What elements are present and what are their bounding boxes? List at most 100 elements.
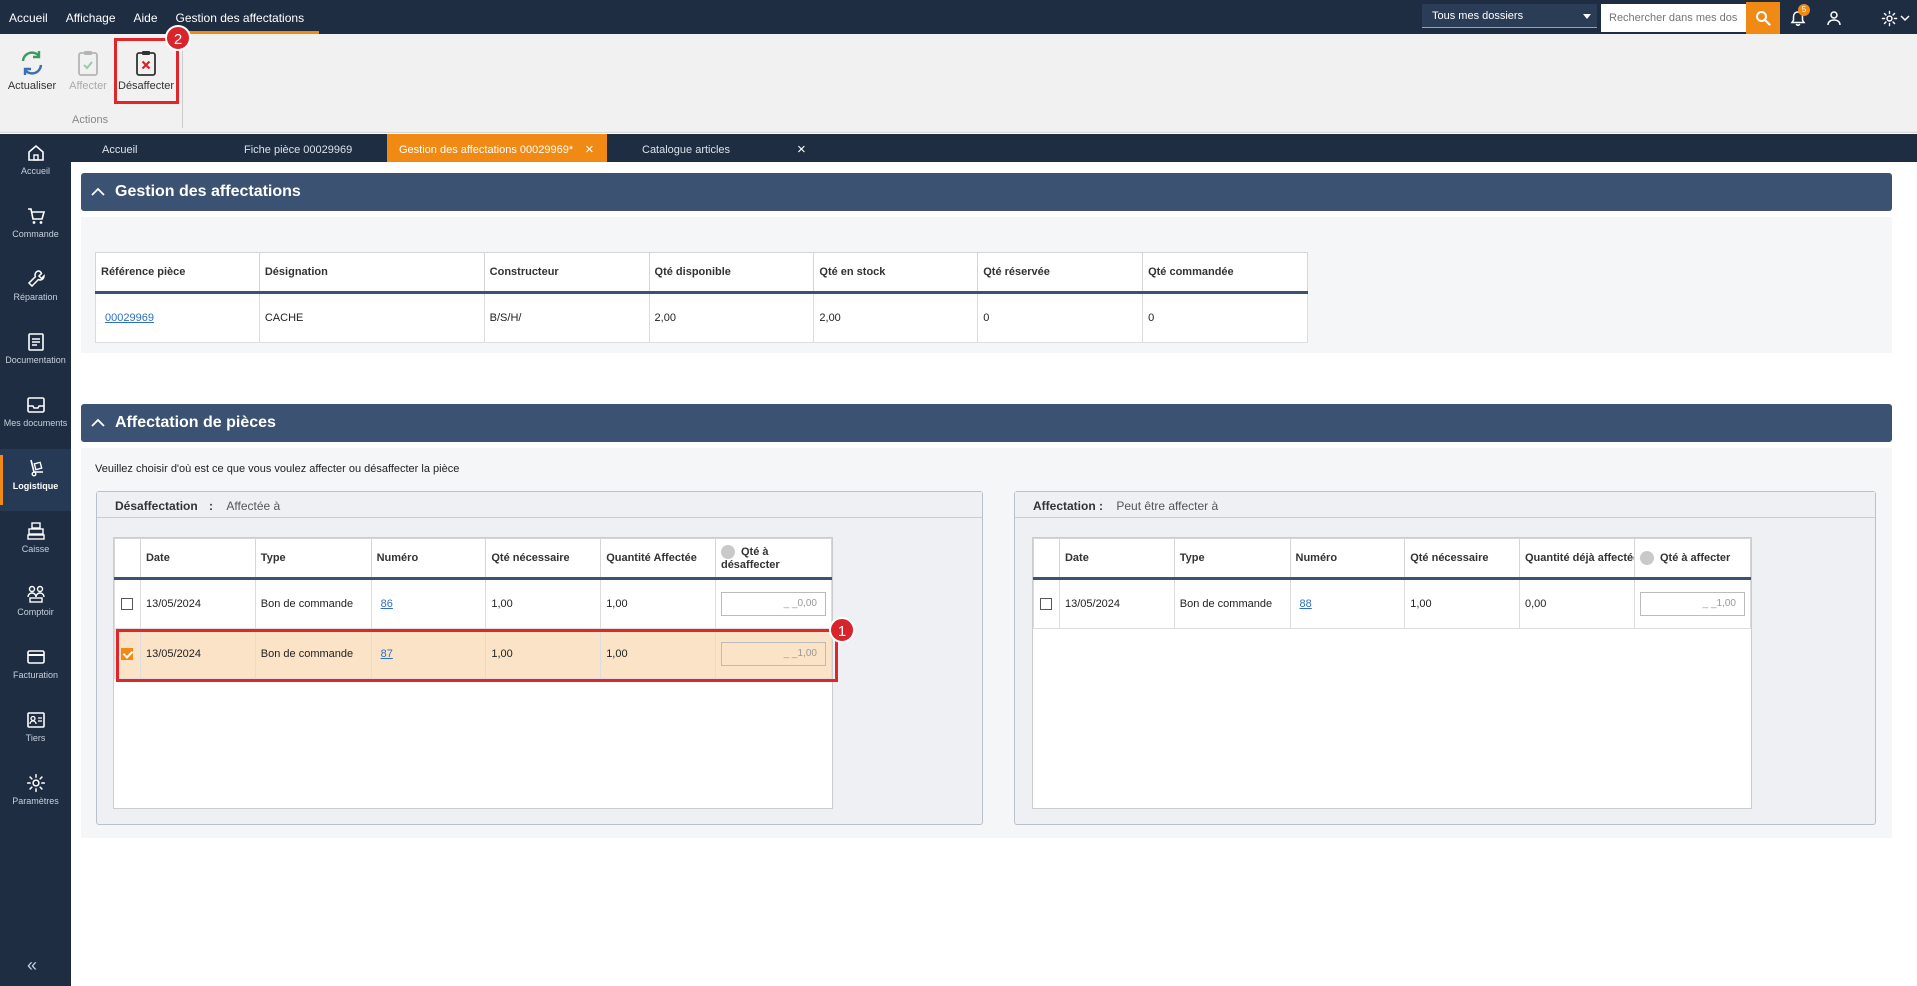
sidebar-item-facturation[interactable]: Facturation bbox=[0, 638, 71, 700]
menu-gestion-affectations[interactable]: Gestion des affectations bbox=[166, 0, 319, 34]
affectation-fieldset: Affectation : Peut être affecter à Date … bbox=[1014, 491, 1876, 825]
affecter-label: Affecter bbox=[69, 80, 107, 92]
table-row[interactable]: 13/05/2024 Bon de commande 88 1,00 0,00 … bbox=[1033, 578, 1752, 629]
document-icon bbox=[27, 333, 44, 351]
column-header[interactable]: Numéro bbox=[370, 538, 487, 580]
ribbon: Actualiser Affecter Désaffecter bbox=[0, 34, 1917, 133]
numero-link[interactable]: 86 bbox=[381, 598, 393, 610]
panel-header-gestion[interactable]: Gestion des affectations bbox=[81, 173, 1892, 211]
search-input[interactable] bbox=[1601, 4, 1746, 32]
column-header[interactable]: Type bbox=[254, 538, 372, 580]
sidebar-collapse-button[interactable]: « bbox=[27, 955, 37, 976]
column-header[interactable]: Qté à désaffecter bbox=[714, 538, 833, 580]
chevron-down-icon bbox=[1583, 14, 1591, 19]
cell-type: Bon de commande bbox=[254, 578, 372, 629]
affecter-button[interactable]: Affecter bbox=[60, 46, 116, 92]
column-header[interactable]: Qté nécessaire bbox=[485, 538, 602, 580]
column-header[interactable]: Qté commandée bbox=[1142, 252, 1308, 294]
cell-qte-necessaire: 1,00 bbox=[485, 578, 602, 629]
column-header[interactable]: Qté en stock bbox=[813, 252, 979, 294]
ribbon-group-actions: Actions bbox=[72, 114, 109, 126]
column-header[interactable]: Date bbox=[139, 538, 256, 580]
refresh-icon bbox=[21, 51, 43, 75]
chevron-down-icon bbox=[1900, 15, 1910, 22]
tab-catalogue-articles[interactable]: Catalogue articles × bbox=[611, 134, 811, 162]
chevron-up-icon bbox=[91, 418, 105, 427]
home-icon bbox=[27, 144, 44, 161]
column-header[interactable]: Type bbox=[1173, 538, 1291, 580]
table-header-row: Date Type Numéro Qté nécessaire Quantité… bbox=[114, 538, 833, 580]
menu-accueil[interactable]: Accueil bbox=[0, 0, 57, 34]
column-header[interactable]: Numéro bbox=[1289, 538, 1406, 580]
tab-accueil[interactable]: Accueil bbox=[71, 134, 195, 162]
column-header[interactable]: Qté disponible bbox=[648, 252, 815, 294]
settings-button[interactable] bbox=[1878, 7, 1900, 29]
sidebar-item-tiers[interactable]: Tiers bbox=[0, 701, 71, 763]
hand-truck-icon bbox=[29, 459, 43, 477]
chevron-up-icon bbox=[91, 187, 105, 196]
tab-gestion-affectations[interactable]: Gestion des affectations 00029969* × bbox=[387, 134, 607, 162]
cell-constructeur: B/S/H/ bbox=[483, 292, 650, 343]
column-header[interactable]: Désignation bbox=[258, 252, 485, 294]
table-row[interactable]: 13/05/2024 Bon de commande 86 1,00 1,00 … bbox=[114, 578, 833, 629]
row-checkbox[interactable] bbox=[1040, 598, 1053, 611]
column-header[interactable]: Qté réservée bbox=[977, 252, 1144, 294]
sidebar-item-reparation[interactable]: Réparation bbox=[0, 260, 71, 322]
table-row[interactable]: 00029969 CACHE B/S/H/ 2,00 2,00 0 0 bbox=[95, 292, 1308, 343]
settings-dropdown[interactable] bbox=[1898, 7, 1912, 29]
legend-label: Affectation : bbox=[1033, 499, 1103, 513]
gear-icon bbox=[26, 773, 45, 793]
panel-header-affectation[interactable]: Affectation de pièces bbox=[81, 404, 1892, 442]
legend-label: Désaffectation bbox=[115, 499, 198, 513]
desaffectation-legend: Désaffectation : Affectée à bbox=[97, 492, 982, 518]
sidebar-item-accueil[interactable]: Accueil bbox=[0, 134, 71, 196]
qte-affecter-input[interactable]: _ _1,00 bbox=[1639, 592, 1745, 616]
menu-aide[interactable]: Aide bbox=[125, 0, 167, 34]
actualiser-button[interactable]: Actualiser bbox=[4, 46, 60, 92]
sidebar-item-mes-documents[interactable]: Mes documents bbox=[0, 386, 71, 448]
sidebar-item-logistique[interactable]: Logistique bbox=[0, 449, 71, 511]
menu-affichage[interactable]: Affichage bbox=[57, 0, 125, 34]
column-header[interactable]: Référence pièce bbox=[95, 252, 260, 294]
legend-value: Affectée à bbox=[226, 499, 281, 513]
ribbon-separator bbox=[182, 40, 183, 128]
sidebar: Accueil Commande Réparation Documentatio… bbox=[0, 134, 71, 986]
column-header[interactable]: Date bbox=[1058, 538, 1175, 580]
sidebar-item-parametres[interactable]: Paramètres bbox=[0, 764, 71, 826]
tab-label: Gestion des affectations 00029969* bbox=[399, 144, 574, 156]
column-header[interactable]: Qté à affecter bbox=[1633, 538, 1752, 580]
piece-table: Référence pièce Désignation Constructeur… bbox=[95, 252, 1308, 343]
notification-badge: 5 bbox=[1798, 4, 1810, 16]
tab-label: Accueil bbox=[102, 144, 138, 156]
qte-desaffecter-input[interactable]: _ _0,00 bbox=[720, 592, 826, 616]
sidebar-item-comptoir[interactable]: Comptoir bbox=[0, 575, 71, 637]
sidebar-label: Facturation bbox=[12, 670, 59, 680]
row-checkbox[interactable] bbox=[121, 598, 134, 611]
piece-ref-link[interactable]: 00029969 bbox=[105, 312, 154, 324]
sidebar-item-commande[interactable]: Commande bbox=[0, 197, 71, 259]
tab-label: Fiche pièce 00029969 bbox=[244, 144, 353, 156]
dossier-select[interactable]: Tous mes dossiers bbox=[1422, 4, 1597, 28]
id-card-icon bbox=[26, 712, 45, 728]
users-icon bbox=[26, 585, 45, 603]
affectation-grid: Date Type Numéro Qté nécessaire Quantité… bbox=[1032, 537, 1752, 809]
panel-title: Affectation de pièces bbox=[115, 414, 276, 431]
sidebar-item-documentation[interactable]: Documentation bbox=[0, 323, 71, 385]
sidebar-item-caisse[interactable]: Caisse bbox=[0, 512, 71, 574]
user-button[interactable] bbox=[1823, 7, 1845, 29]
gear-icon bbox=[1881, 10, 1897, 26]
panel-title: Gestion des affectations bbox=[115, 183, 301, 200]
sidebar-label: Commande bbox=[12, 229, 59, 239]
column-header[interactable]: Quantité déjà affectée bbox=[1518, 538, 1635, 580]
cell-qte-affectee: 1,00 bbox=[600, 578, 716, 629]
selected-row-highlight bbox=[116, 629, 838, 682]
sidebar-label: Documentation bbox=[5, 355, 66, 365]
numero-link[interactable]: 88 bbox=[1300, 598, 1312, 610]
cell-qte-stock: 2,00 bbox=[813, 292, 979, 343]
column-header[interactable]: Constructeur bbox=[483, 252, 650, 294]
cell-qte-commandee: 0 bbox=[1142, 292, 1308, 343]
column-header[interactable]: Quantité Affectée bbox=[600, 538, 716, 580]
edit-icon bbox=[1639, 551, 1654, 565]
search-button[interactable] bbox=[1746, 2, 1780, 34]
column-header[interactable]: Qté nécessaire bbox=[1404, 538, 1520, 580]
